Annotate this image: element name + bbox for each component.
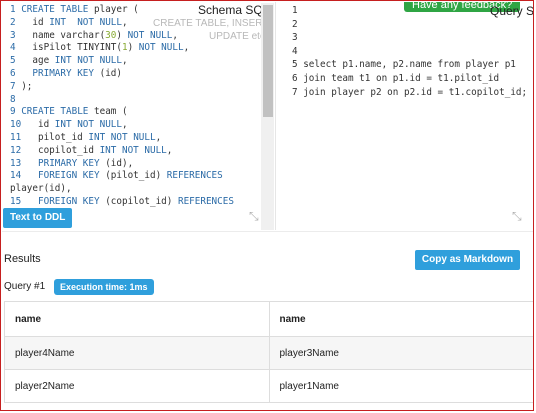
schema-code-line: 3 name varchar(30) NOT NULL,: [10, 30, 234, 43]
code-text: PRIMARY KEY (id),: [38, 157, 134, 169]
line-number: 5: [10, 55, 22, 67]
code-text: PRIMARY KEY (id): [32, 67, 122, 79]
line-number: 6: [292, 72, 304, 84]
line-number: 7: [10, 80, 22, 92]
schema-scrollbar-thumb[interactable]: [263, 5, 273, 117]
line-number: 1: [292, 5, 304, 16]
code-text: player(id),: [10, 183, 72, 195]
resize-diagonal-icon[interactable]: ⤡: [512, 209, 522, 224]
table-cell: player2Name: [4, 369, 270, 403]
line-number: 14: [10, 170, 27, 182]
schema-hint-line-2: UPDATE etc.: [209, 31, 268, 42]
schema-code-editor[interactable]: 1 CREATE TABLE player (2 id INT NOT NULL…: [10, 4, 234, 222]
code-text: join player p2 on p2.id = t1.copilot_id;: [303, 86, 528, 98]
panel-divider[interactable]: [275, 2, 276, 230]
code-text: id INT NOT NULL,: [26, 119, 128, 131]
schema-code-line: 9 CREATE TABLE team (: [10, 106, 234, 119]
line-number: 15: [10, 195, 27, 207]
query-code-line: 4: [292, 45, 527, 59]
code-text: select p1.name, p2.name from player p1: [303, 59, 516, 71]
query-panel-title: Query SQL: [490, 4, 534, 18]
table-cell: player3Name: [268, 336, 533, 370]
results-separator: [2, 231, 533, 232]
line-number: 2: [292, 18, 304, 30]
code-text: id INT NOT NULL,: [21, 16, 128, 28]
code-text: CREATE TABLE player (: [21, 4, 139, 15]
table-cell: player1Name: [268, 369, 533, 403]
column-header: name: [268, 301, 533, 337]
schema-code-line: 12 copilot_id INT NOT NULL,: [10, 145, 234, 158]
line-number: 7: [292, 86, 304, 98]
results-heading: Results: [4, 253, 41, 265]
line-number: 10: [10, 119, 27, 131]
line-number: 1: [10, 4, 22, 15]
code-text: copilot_id INT NOT NULL,: [26, 144, 173, 156]
code-text: pilot_id INT NOT NULL,: [26, 131, 162, 143]
schema-code-line: player(id),: [10, 183, 234, 196]
line-number: 2: [10, 16, 22, 28]
code-text: FOREIGN KEY (copilot_id) REFERENCES: [38, 195, 234, 207]
schema-code-line: 11 pilot_id INT NOT NULL,: [10, 132, 234, 145]
text-to-ddl-button[interactable]: Text to DDL: [3, 208, 73, 228]
execution-time-badge: Execution time: 1ms: [54, 279, 154, 295]
query-code-line: 7 join player p2 on p2.id = t1.copilot_i…: [292, 86, 527, 100]
line-number: 9: [10, 106, 22, 118]
schema-code-line: 14 FOREIGN KEY (pilot_id) REFERENCES: [10, 170, 234, 183]
resize-diagonal-icon[interactable]: ⤡: [249, 209, 259, 224]
schema-code-line: 10 id INT NOT NULL,: [10, 119, 234, 132]
line-number: 8: [10, 93, 22, 105]
query-code-line: 6 join team t1 on p1.id = t1.pilot_id: [292, 72, 527, 86]
schema-code-line: 7 );: [10, 81, 234, 94]
schema-code-line: 6 PRIMARY KEY (id): [10, 68, 234, 81]
line-number: 13: [10, 157, 27, 169]
code-text: name varchar(30) NOT NULL,: [21, 29, 178, 41]
query-panel[interactable]: 1 2 3 4 5 select p1.name, p2.name from p…: [277, 2, 534, 230]
query-number-label: Query #1: [4, 281, 46, 292]
query-code-line: 3: [292, 31, 527, 45]
schema-code-line: 8: [10, 94, 234, 107]
code-text: isPilot TINYINT(1) NOT NULL,: [21, 42, 190, 54]
code-text: FOREIGN KEY (pilot_id) REFERENCES: [38, 170, 223, 182]
table-row: player2Name player1Name: [4, 369, 533, 403]
code-text: age INT NOT NULL,: [21, 55, 128, 67]
schema-code-line: 5 age INT NOT NULL,: [10, 55, 234, 68]
code-text: join team t1 on p1.id = t1.pilot_id: [303, 72, 500, 84]
schema-code-line: 13 PRIMARY KEY (id),: [10, 158, 234, 171]
line-number: 11: [10, 131, 27, 143]
schema-scrollbar[interactable]: [261, 3, 274, 230]
query-code-line: 5 select p1.name, p2.name from player p1: [292, 58, 527, 72]
table-cell: player4Name: [4, 336, 270, 370]
results-table: name name player4Name player3Name player…: [4, 301, 533, 403]
code-text: CREATE TABLE team (: [21, 106, 128, 118]
sqlfiddle-window: 1 CREATE TABLE player (2 id INT NOT NULL…: [0, 0, 534, 411]
query-code-line: 2: [292, 18, 527, 32]
query-code-editor[interactable]: 1 2 3 4 5 select p1.name, p2.name from p…: [292, 4, 527, 99]
line-number: 4: [10, 42, 22, 54]
results-header-row: name name: [4, 301, 533, 337]
column-header: name: [4, 301, 270, 337]
schema-panel-title: Schema SQL: [198, 3, 270, 17]
code-text: );: [21, 80, 33, 92]
line-number: 4: [292, 45, 304, 57]
schema-hint-line-1: CREATE TABLE, INSERT: [153, 18, 269, 29]
line-number: 6: [10, 67, 22, 79]
schema-code-line: 4 isPilot TINYINT(1) NOT NULL,: [10, 42, 234, 55]
table-row: player4Name player3Name: [4, 336, 533, 370]
schema-panel[interactable]: 1 CREATE TABLE player (2 id INT NOT NULL…: [2, 2, 274, 230]
line-number: 3: [292, 32, 304, 44]
line-number: 5: [292, 59, 304, 71]
line-number: 12: [10, 144, 27, 156]
copy-as-markdown-button[interactable]: Copy as Markdown: [415, 250, 520, 270]
line-number: 3: [10, 29, 22, 41]
schema-code-line: 15 FOREIGN KEY (copilot_id) REFERENCES: [10, 196, 234, 209]
